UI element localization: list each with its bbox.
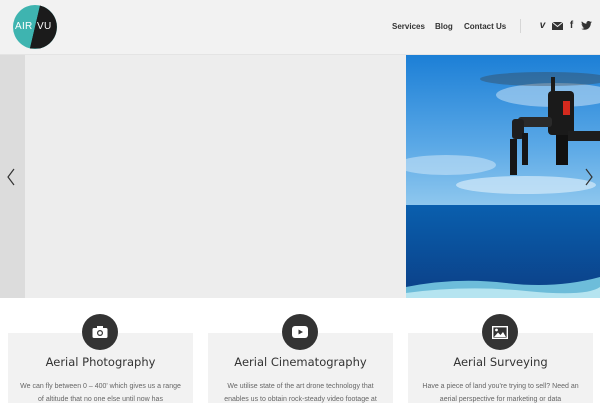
mail-icon[interactable]	[552, 20, 563, 31]
youtube-play-icon-glyph	[292, 326, 308, 338]
card-title: Aerial Cinematography	[234, 355, 367, 369]
card-text: Have a piece of land you're trying to se…	[422, 383, 579, 403]
image-icon	[482, 314, 518, 350]
twitter-icon-glyph	[581, 21, 592, 30]
logo-text-air: AIR	[15, 21, 33, 32]
slide-placeholder	[25, 55, 406, 298]
chevron-left-icon[interactable]	[5, 167, 17, 187]
card-text: We utilise state of the art drone techno…	[224, 383, 377, 403]
site-header: AIR VU Services Blog Contact Us v f	[0, 0, 600, 55]
vimeo-icon[interactable]: v	[537, 20, 548, 31]
nav-blog[interactable]: Blog	[435, 22, 453, 31]
youtube-play-icon	[282, 314, 318, 350]
logo[interactable]: AIR VU	[13, 5, 57, 49]
mail-icon-glyph	[552, 21, 563, 30]
nav-divider	[520, 19, 521, 33]
services-section: Aerial Photography We can fly between 0 …	[0, 298, 600, 403]
camera-icon	[82, 314, 118, 350]
drone-photo	[406, 55, 600, 298]
nav-contact-us[interactable]: Contact Us	[464, 22, 506, 31]
card-text: We can fly between 0 – 400' which gives …	[20, 383, 181, 403]
hero-slider	[0, 55, 600, 298]
card-title: Aerial Photography	[45, 355, 156, 369]
image-icon-glyph	[492, 325, 508, 339]
camera-icon-glyph	[92, 326, 108, 338]
twitter-icon[interactable]	[581, 20, 592, 31]
logo-text-vu: VU	[37, 21, 52, 32]
facebook-icon[interactable]: f	[566, 20, 577, 31]
nav-services[interactable]: Services	[392, 22, 425, 31]
card-title: Aerial Surveying	[453, 355, 548, 369]
chevron-right-icon[interactable]	[583, 167, 595, 187]
